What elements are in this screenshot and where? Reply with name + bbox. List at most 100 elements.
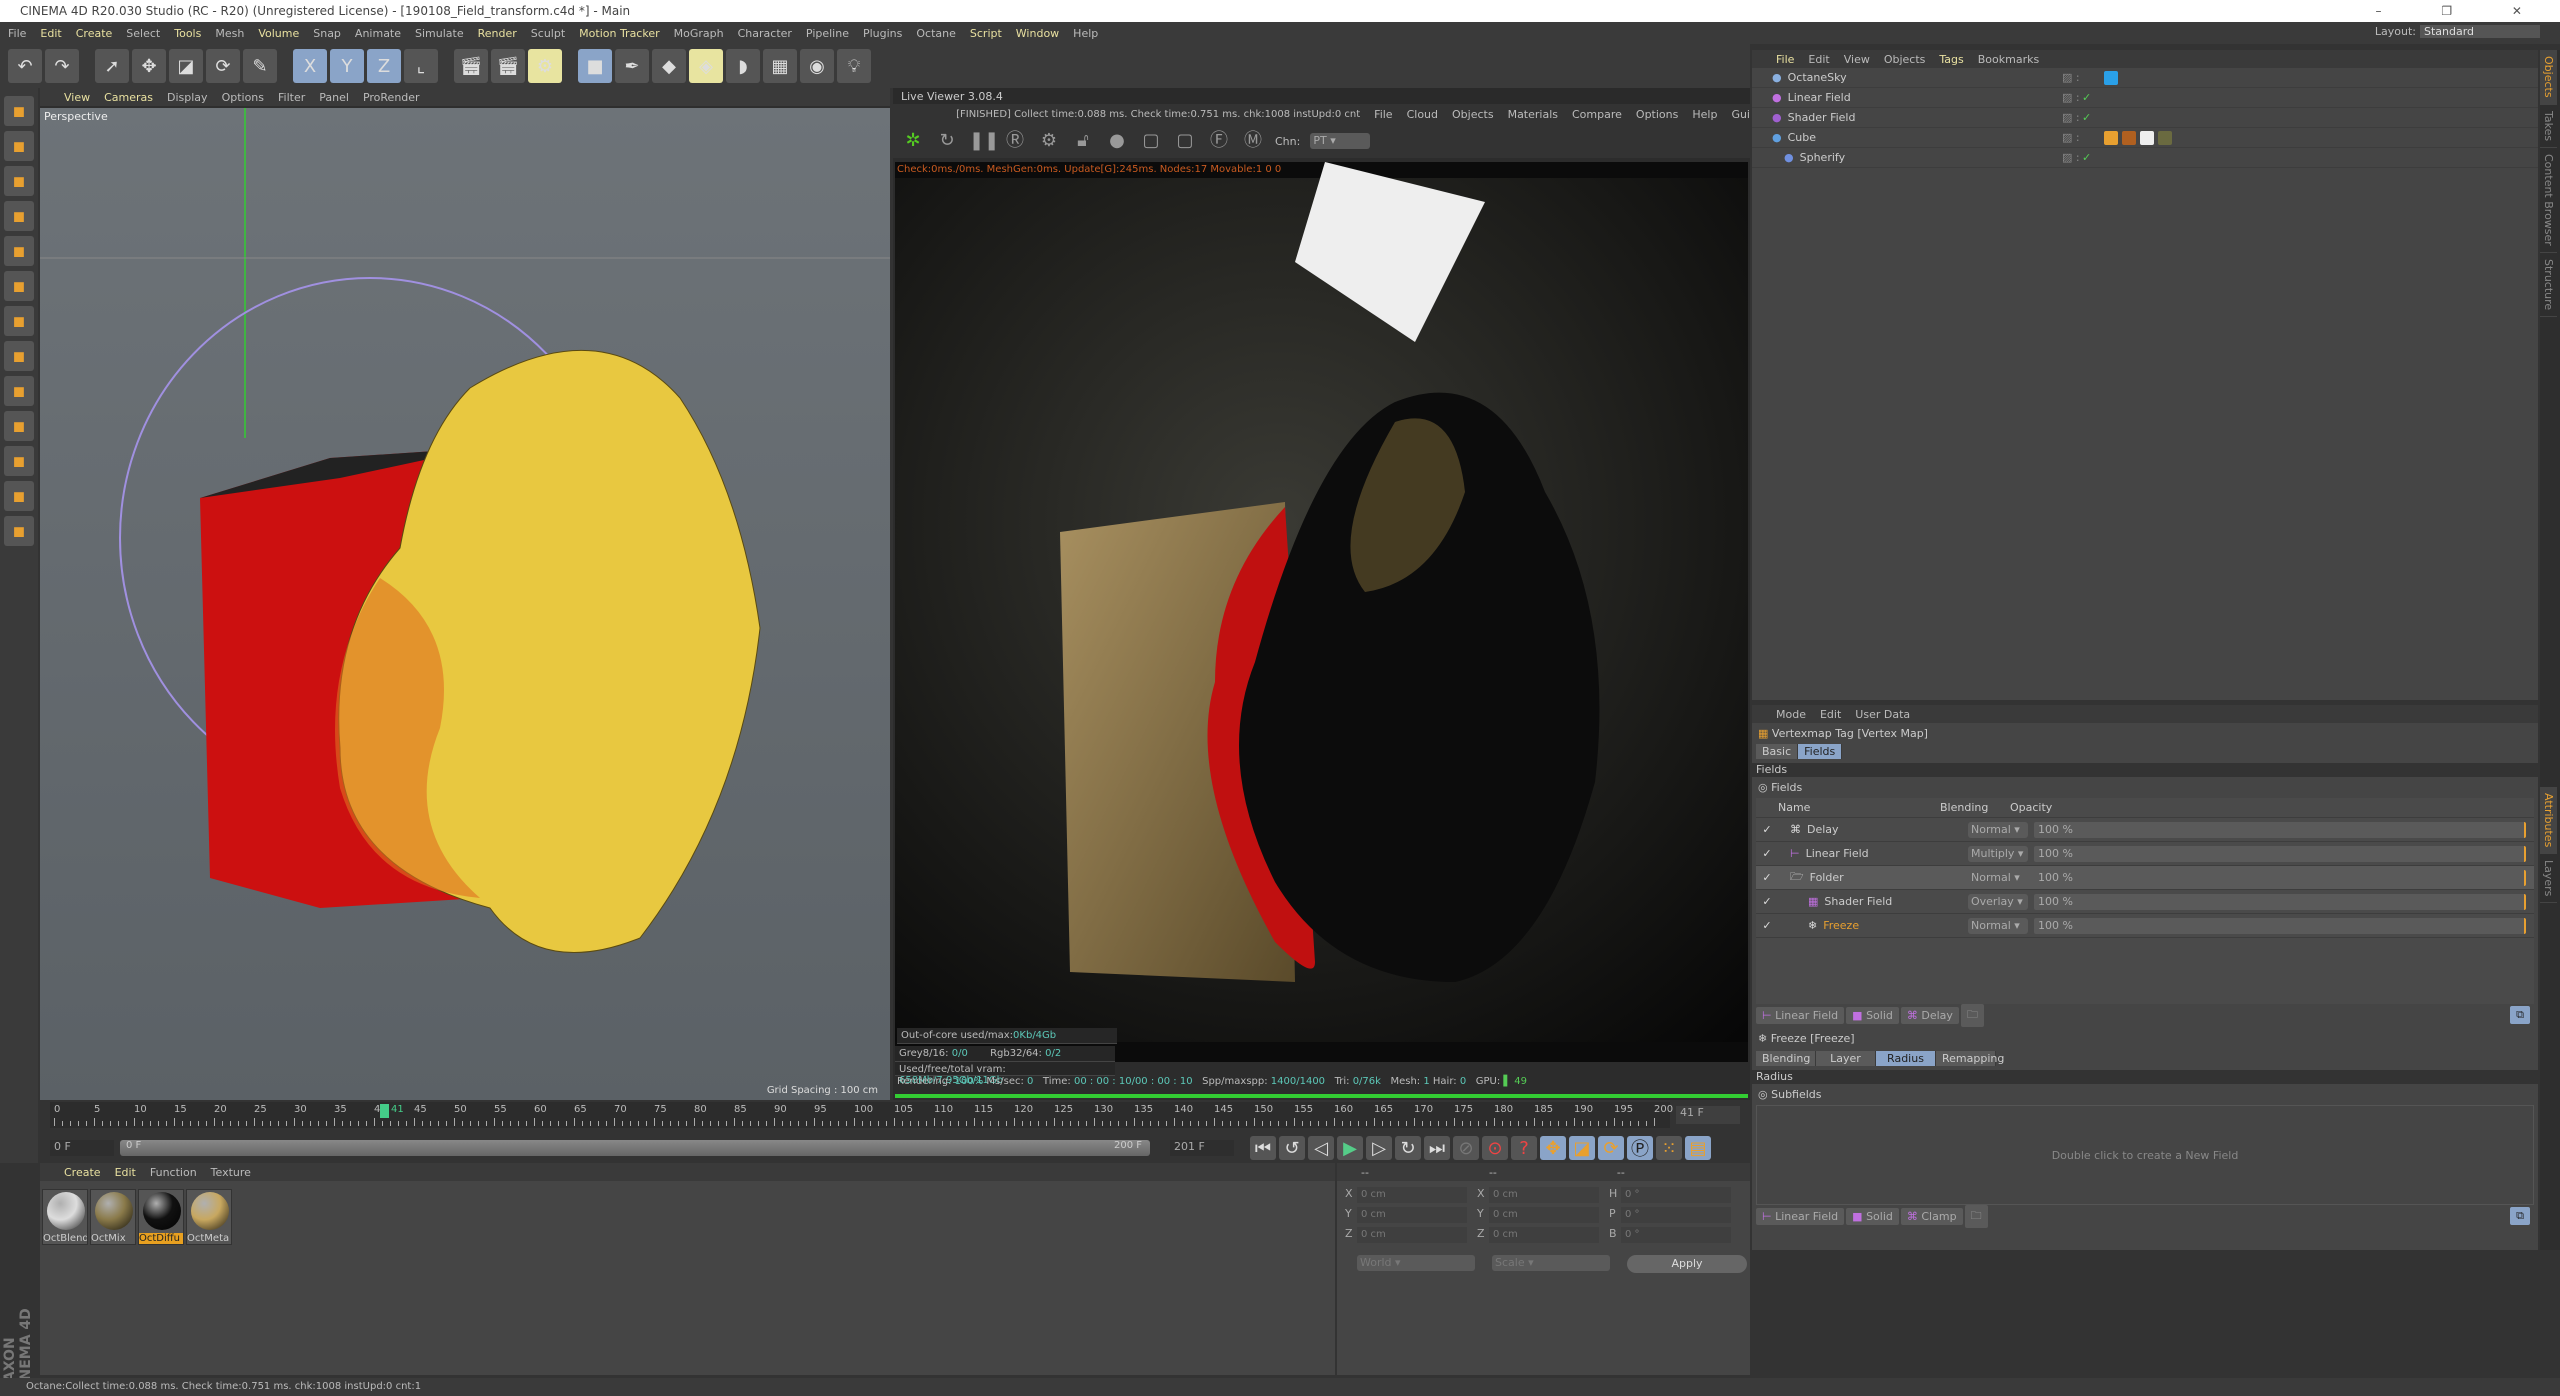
playhead[interactable]: [380, 1104, 389, 1118]
menu-objects[interactable]: Objects: [1884, 53, 1926, 66]
menu-cameras[interactable]: Cameras: [104, 91, 153, 104]
scale-key-icon[interactable]: ◪: [1569, 1136, 1595, 1160]
light-icon[interactable]: 💡︎: [837, 49, 871, 83]
layout-selector[interactable]: Layout: Standard: [2375, 25, 2540, 38]
settings-gear-icon[interactable]: ⚙: [1037, 129, 1061, 153]
visibility-toggle[interactable]: ▨ :: [2062, 131, 2082, 144]
layout-value[interactable]: Standard: [2420, 25, 2540, 38]
menu-help[interactable]: Help: [1073, 27, 1098, 40]
side-tab-content-browser[interactable]: Content Browser: [2540, 148, 2557, 253]
menu-gui[interactable]: Gui: [1731, 108, 1750, 121]
channel-select[interactable]: PT ▾: [1310, 133, 1371, 149]
menu-help[interactable]: Help: [1692, 108, 1717, 121]
tab-blending[interactable]: Blending: [1756, 1051, 1816, 1066]
enabled-check-icon[interactable]: ✓: [2082, 111, 2098, 124]
previous-frame-icon[interactable]: ◁: [1308, 1136, 1334, 1160]
menu-options[interactable]: Options: [222, 91, 264, 104]
quantize-icon[interactable]: ◼: [4, 516, 34, 546]
pos-field[interactable]: 0 cm: [1357, 1187, 1467, 1203]
position-key-icon[interactable]: ✥: [1540, 1136, 1566, 1160]
menu-sculpt[interactable]: Sculpt: [531, 27, 565, 40]
workplane-lock-icon[interactable]: ◼: [4, 481, 34, 511]
point-level-icon[interactable]: ⁙: [1656, 1136, 1682, 1160]
field-enable-checkbox[interactable]: ✓: [1756, 871, 1778, 884]
menu-tools[interactable]: Tools: [174, 27, 201, 40]
window-controls[interactable]: – ❐ ✕: [2376, 0, 2550, 22]
material-octblend[interactable]: OctBlend: [42, 1189, 88, 1245]
menu-prorender[interactable]: ProRender: [363, 91, 420, 104]
keyframe-selection-icon[interactable]: ?: [1511, 1136, 1537, 1160]
add-linear-field-button[interactable]: ⊢ Linear Field: [1756, 1006, 1845, 1024]
tab-layer[interactable]: Layer: [1816, 1051, 1876, 1066]
next-frame-icon[interactable]: ▷: [1366, 1136, 1392, 1160]
pause-icon[interactable]: ❚❚: [969, 129, 999, 153]
opacity-slider[interactable]: 100 %: [2034, 821, 2526, 838]
menu-edit[interactable]: Edit: [40, 27, 61, 40]
tab-remapping[interactable]: Remapping: [1936, 1051, 2004, 1066]
add-solid-button[interactable]: ■ Solid: [1846, 1006, 1899, 1024]
size-field[interactable]: 0 cm: [1489, 1207, 1599, 1223]
size-mode-select[interactable]: Scale ▾: [1492, 1255, 1610, 1271]
x-axis-icon[interactable]: X: [293, 49, 327, 83]
material-tag-icon[interactable]: [2158, 130, 2172, 145]
texture-mode-icon[interactable]: ◼: [4, 166, 34, 196]
menu-materials[interactable]: Materials: [1508, 108, 1558, 121]
tab-basic[interactable]: Basic: [1756, 744, 1799, 759]
coordinate-mode-select[interactable]: World ▾: [1357, 1255, 1475, 1271]
add-linear-field-button[interactable]: ⊢ Linear Field: [1756, 1207, 1845, 1225]
material-sphere-icon[interactable]: ●: [1105, 129, 1129, 153]
add-solid-button[interactable]: ■ Solid: [1846, 1207, 1899, 1225]
menu-volume[interactable]: Volume: [258, 27, 299, 40]
frame-range-slider[interactable]: 0 F 200 F: [120, 1140, 1150, 1156]
menu-view[interactable]: View: [1844, 53, 1870, 66]
apply-button[interactable]: Apply: [1627, 1255, 1747, 1273]
tab-radius[interactable]: Radius: [1876, 1051, 1936, 1066]
opacity-slider[interactable]: 100 %: [2034, 893, 2526, 910]
redo-icon[interactable]: ↷: [45, 49, 79, 83]
menu-motion-tracker[interactable]: Motion Tracker: [579, 27, 659, 40]
object-row[interactable]: ● Spherify ▨ : ✓: [1752, 148, 2538, 168]
add-delay-button[interactable]: ⌘ Delay: [1900, 1006, 1959, 1024]
add-clamp-button[interactable]: ⌘ Clamp: [1900, 1207, 1963, 1225]
visibility-toggle[interactable]: ▨ :: [2062, 91, 2082, 104]
material-octdiffu[interactable]: OctDiffu: [138, 1189, 184, 1245]
deformer-icon[interactable]: ◗: [726, 49, 760, 83]
autokey-icon[interactable]: ⊙: [1482, 1136, 1508, 1160]
menu-select[interactable]: Select: [126, 27, 160, 40]
side-tab-structure[interactable]: Structure: [2540, 253, 2557, 317]
focus-pick-icon[interactable]: Ⓕ: [1207, 129, 1231, 153]
subdivision-icon[interactable]: ◆: [652, 49, 686, 83]
side-tab-takes[interactable]: Takes: [2540, 105, 2557, 148]
menu-edit[interactable]: Edit: [115, 1166, 136, 1179]
menu-texture[interactable]: Texture: [211, 1166, 251, 1179]
size-field[interactable]: 0 cm: [1489, 1187, 1599, 1203]
pos-field[interactable]: 0 cm: [1357, 1227, 1467, 1243]
undo-icon[interactable]: ↶: [8, 49, 42, 83]
visibility-toggle[interactable]: ▨ :: [2062, 71, 2082, 84]
tab-fields[interactable]: Fields: [1798, 744, 1843, 759]
menu-mesh[interactable]: Mesh: [215, 27, 244, 40]
menu-plugins[interactable]: Plugins: [863, 27, 902, 40]
move-icon[interactable]: ✥: [132, 49, 166, 83]
menu-file[interactable]: File: [1374, 108, 1392, 121]
next-key-icon[interactable]: ↻: [1395, 1136, 1421, 1160]
blending-select[interactable]: Normal ▾: [1968, 821, 2028, 838]
menu-create[interactable]: Create: [64, 1166, 101, 1179]
timeline-ruler[interactable]: 0510152025303540455055606570758085909510…: [50, 1102, 1673, 1128]
snap-icon[interactable]: ◼: [4, 446, 34, 476]
fields-list[interactable]: Name Blending Opacity ✓ ⌘ Delay Normal ▾ 100 %…: [1756, 798, 2534, 1004]
object-row[interactable]: ● Linear Field ▨ : ✓: [1752, 88, 2538, 108]
field-row[interactable]: ✓ ⌘ Delay Normal ▾ 100 %: [1756, 818, 2534, 842]
menu-edit[interactable]: Edit: [1808, 53, 1829, 66]
live-selection-icon[interactable]: ➚: [95, 49, 129, 83]
menu-mode[interactable]: Mode: [1776, 708, 1806, 721]
menu-window[interactable]: Window: [1016, 27, 1059, 40]
material-pick-icon[interactable]: Ⓜ: [1241, 129, 1265, 153]
menu-simulate[interactable]: Simulate: [415, 27, 464, 40]
lock-icon[interactable]: 🔓︎: [1071, 129, 1095, 153]
camera-icon[interactable]: ◉: [800, 49, 834, 83]
menu-tags[interactable]: Tags: [1939, 53, 1963, 66]
subfields-list[interactable]: Double click to create a New Field: [1756, 1105, 2534, 1205]
record-icon[interactable]: ⊘: [1453, 1136, 1479, 1160]
object-row[interactable]: ● Cube ▨ :: [1752, 128, 2538, 148]
